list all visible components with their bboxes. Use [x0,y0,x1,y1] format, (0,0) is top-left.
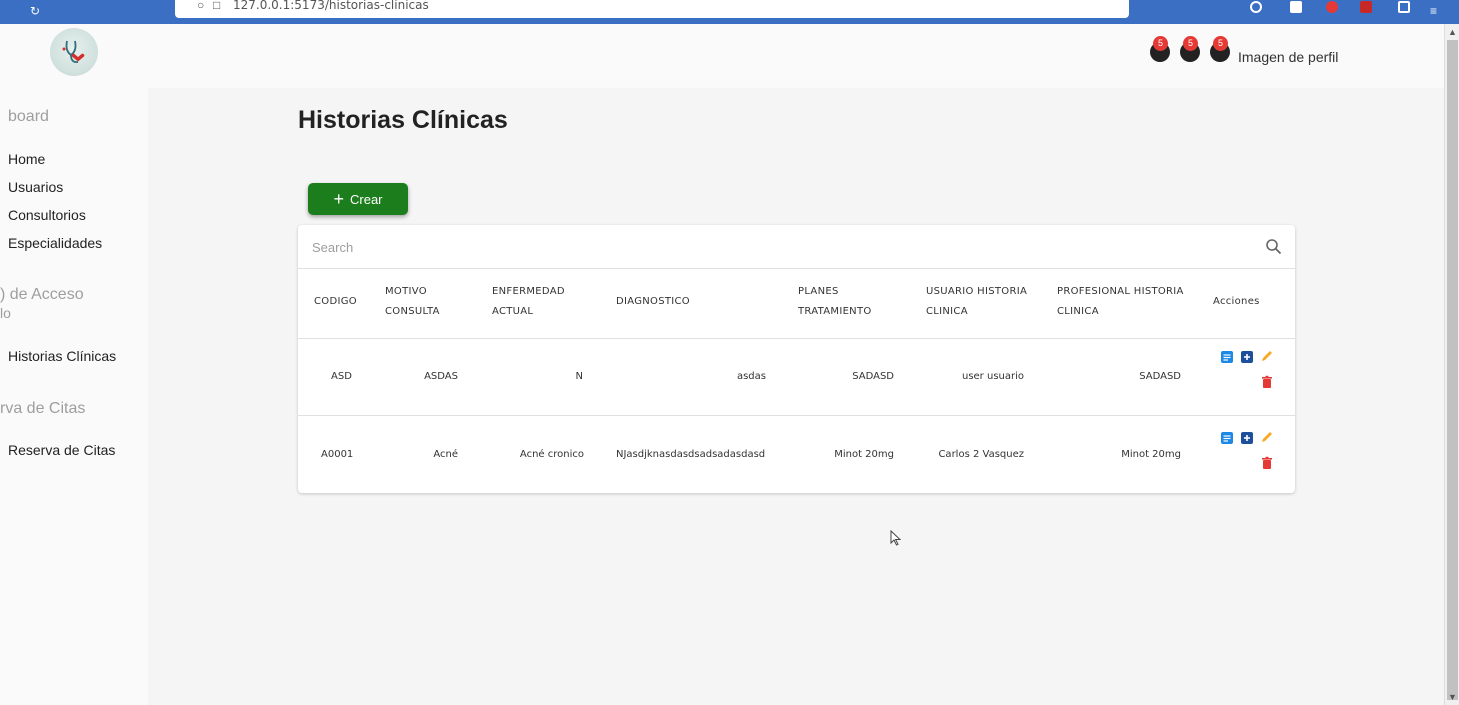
url-text[interactable]: 127.0.0.1:5173/historias-clinicas [233,0,429,12]
sidebar-item-usuarios[interactable]: Usuarios [8,179,63,195]
column-header-diagnostico[interactable]: DIAGNOSTICO [616,292,690,312]
sidebar-item-consultorios[interactable]: Consultorios [8,207,86,223]
plus-icon: + [333,189,344,209]
scrollbar-thumb[interactable] [1447,40,1458,700]
shield-icon: ○ [197,0,205,12]
search-input[interactable] [312,237,1212,257]
download-icon[interactable] [1290,1,1302,13]
column-header-planes[interactable]: PLANES TRATAMIENTO [798,282,872,322]
app-header: 5 5 5 Imagen de perfil [0,24,1444,88]
globe-icon[interactable]: 5 [1180,36,1200,62]
cell-diagnostico: asdas [736,371,766,382]
profile-image-label[interactable]: Imagen de perfil [1238,49,1338,65]
reload-icon[interactable]: ↻ [30,4,40,18]
scroll-down-icon[interactable]: ▼ [1448,692,1457,702]
create-button[interactable]: + Crear [308,183,408,215]
address-bar[interactable]: ○ □ 127.0.0.1:5173/historias-clinicas [175,0,1129,18]
window-icon[interactable] [1398,1,1410,13]
extension-red-icon[interactable] [1326,1,1338,13]
view-details-icon[interactable] [1220,431,1234,445]
page-icon: □ [213,0,221,12]
search-icon[interactable] [1264,237,1284,257]
header-divider [298,338,1295,339]
edit-pencil-icon[interactable] [1260,430,1274,444]
sidebar-item-especialidades[interactable]: Especialidades [8,235,102,251]
sidebar-section-dashboard: board [8,108,49,125]
notification-badge: 5 [1183,36,1198,51]
extension-icon[interactable] [1250,1,1262,13]
notification-badge: 5 [1153,36,1168,51]
page-scrollbar[interactable]: ▲ ▼ [1444,24,1459,705]
cell-enfermedad: N [575,371,583,382]
row-divider [298,415,1295,416]
cell-motivo: ASDAS [424,371,458,382]
sidebar-item-home[interactable]: Home [8,151,45,167]
add-document-icon[interactable] [1240,431,1254,445]
column-header-profesional[interactable]: PROFESIONAL HISTORIA CLINICA [1057,282,1184,322]
menu-icon[interactable]: ≡ [1430,4,1437,18]
scroll-up-icon[interactable]: ▲ [1448,27,1457,37]
edit-pencil-icon[interactable] [1260,349,1274,363]
column-header-acciones: Acciones [1213,296,1260,307]
historias-table-card: CODIGO MOTIVOCONSULTA ENFERMEDADACTUAL D… [298,225,1295,493]
sidebar-section-access-sub: lo [0,305,11,321]
notification-bell-icon[interactable]: 5 [1150,36,1170,62]
cell-codigo: ASD [331,371,352,382]
cell-planes: SADASD [852,371,894,382]
search-bar [298,225,1295,269]
column-header-usuario[interactable]: USUARIO HISTORIA CLINICA [926,282,1027,322]
gear-icon[interactable]: 5 [1210,36,1230,62]
column-header-motivo[interactable]: MOTIVO CONSULTA [385,282,440,322]
delete-trash-icon[interactable] [1260,375,1274,389]
browser-toolbar: ↻ ○ □ 127.0.0.1:5173/historias-clinicas … [0,0,1459,24]
sidebar-item-reserva[interactable]: Reserva de Citas [8,442,115,458]
cell-usuario: user usuario [961,371,1024,382]
cell-enfermedad: Acné cronico [519,449,584,460]
main-content: Historias Clínicas + Crear CODIGO MOTIVO… [148,88,1444,705]
column-header-enfermedad[interactable]: ENFERMEDAD ACTUAL [492,282,565,322]
sidebar-section-citas: rva de Citas [0,400,86,417]
mouse-cursor-icon [890,530,902,546]
cell-motivo: Acné [433,449,458,460]
sidebar-item-historias[interactable]: Historias Clínicas [8,348,116,364]
stethoscope-heart-icon [62,40,85,64]
page-title: Historias Clínicas [298,106,508,134]
notification-badge: 5 [1213,36,1228,51]
view-details-icon[interactable] [1220,350,1234,364]
cell-codigo: A0001 [321,449,354,460]
delete-trash-icon[interactable] [1260,456,1274,470]
sidebar: board Home Usuarios Consultorios Especia… [0,88,148,705]
cell-usuario: Carlos 2 Vasquez [938,449,1024,460]
column-header-codigo[interactable]: CODIGO [314,292,357,312]
cell-profesional: SADASD [1139,371,1181,382]
sidebar-section-access: ) de Acceso [0,286,84,303]
cell-diagnostico: NJasdjknasdasdsadsadasdasd [616,449,766,460]
app-logo[interactable] [50,28,98,76]
add-document-icon[interactable] [1240,350,1254,364]
cell-profesional: Minot 20mg [1121,449,1181,460]
cell-planes: Minot 20mg [834,449,894,460]
create-button-label: Crear [350,191,383,207]
extension-gmail-icon[interactable] [1360,1,1372,13]
